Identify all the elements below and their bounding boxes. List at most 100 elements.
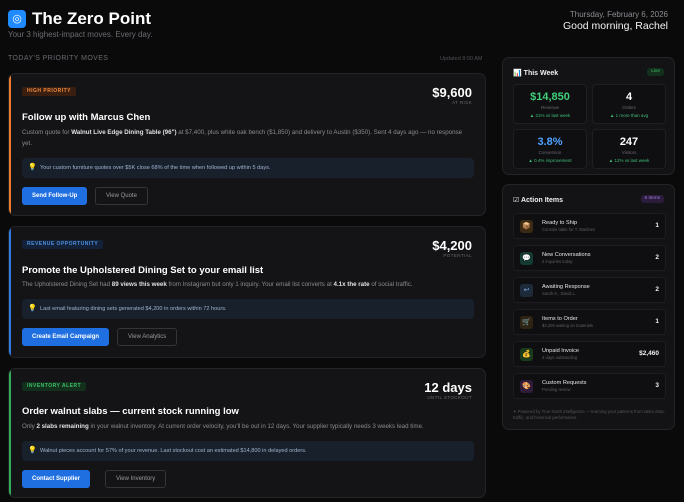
card-description: Only 2 slabs remaining in your walnut in… — [22, 423, 424, 430]
footnote: ✦ Powered by True North intelligence — l… — [513, 409, 665, 420]
card-description: The Upholstered Dining Set had 89 views … — [22, 281, 413, 288]
action-title: New Conversations — [542, 252, 591, 258]
card-description: Custom quote for Walnut Live Edge Dining… — [22, 129, 463, 147]
action-title: Ready to Ship — [542, 220, 578, 226]
palette-icon: 🎨 — [520, 380, 533, 393]
reply-icon: ↩ — [520, 284, 533, 297]
action-count: $2,460 — [639, 350, 659, 357]
page-header: ◎ The Zero Point Your 3 highest-impact m… — [8, 8, 676, 44]
insight-text: Last email featuring dining sets generat… — [40, 306, 227, 312]
this-week-panel: 📊 This Week Live $14,850 Revenue ▲ 21% v… — [502, 57, 675, 175]
action-item-items-to-order[interactable]: 🛒 Items to Order $3,200 waiting on mater… — [513, 309, 666, 335]
action-title: Unpaid Invoice — [542, 348, 580, 354]
stat-value: 4 — [625, 91, 633, 103]
action-count: 3 — [655, 382, 659, 389]
stat-label: Conversion — [538, 150, 562, 155]
card-title: Follow up with Marcus Chen — [22, 112, 151, 123]
action-subtitle: Sarah K., David L. — [542, 291, 576, 296]
stat-orders: 4 Orders ▲ 1 more than avg — [592, 84, 666, 124]
current-date: Thursday, February 6, 2026 — [569, 10, 668, 19]
stat-change: ▲ 0.4% improvement — [528, 158, 572, 163]
lightbulb-icon: 💡 — [28, 164, 37, 171]
card-metric: $9,600 AT RISK — [432, 85, 472, 106]
action-subtitle: 2 inquiries today — [542, 259, 573, 264]
send-follow-up-button[interactable]: Send Follow-Up — [22, 187, 88, 205]
action-subtitle: $3,200 waiting on materials — [542, 323, 593, 328]
action-title: Items to Order — [542, 316, 578, 322]
action-item-new-conversations[interactable]: 💬 New Conversations 2 inquiries today 2 — [513, 245, 666, 271]
card-accent — [9, 369, 11, 497]
priority-badge: HIGH PRIORITY — [22, 87, 77, 96]
app-title: The Zero Point — [32, 9, 151, 28]
action-item-ready-to-ship[interactable]: 📦 Ready to Ship Console table for T. Mar… — [513, 213, 666, 239]
panel-title: 📊 This Week — [513, 70, 559, 77]
checkbox-icon: ☑ — [513, 197, 521, 204]
panel-title: ☑ Action Items — [513, 197, 563, 204]
box-icon: 📦 — [520, 220, 533, 233]
insight-box: 💡 Walnut pieces account for 57% of your … — [22, 441, 474, 461]
view-inventory-button[interactable]: View Inventory — [105, 470, 167, 488]
view-quote-button[interactable]: View Quote — [95, 187, 148, 205]
contact-supplier-button[interactable]: Contact Supplier — [22, 470, 91, 488]
stat-label: Visitors — [621, 150, 637, 155]
target-logo-icon: ◎ — [8, 10, 26, 28]
metric-value: $9,600 — [432, 85, 472, 100]
money-icon: 💰 — [520, 348, 533, 361]
section-label: TODAY'S PRIORITY MOVES — [8, 55, 109, 62]
action-subtitle: 3 days outstanding — [542, 355, 578, 360]
stat-label: Revenue — [540, 105, 559, 110]
stat-change: ▲ 21% vs last week — [529, 113, 571, 118]
card-accent — [9, 227, 11, 357]
action-count: 2 — [655, 254, 659, 261]
action-subtitle: Console table for T. Martinez — [542, 227, 596, 232]
stat-change: ▲ 1 more than avg — [609, 113, 649, 118]
insight-text: Walnut pieces account for 57% of your re… — [40, 448, 307, 454]
create-email-campaign-button[interactable]: Create Email Campaign — [22, 328, 110, 346]
action-item-custom-requests[interactable]: 🎨 Custom Requests Pending review 3 — [513, 373, 666, 399]
priority-card-followup: HIGH PRIORITY $9,600 AT RISK Follow up w… — [8, 73, 486, 216]
metric-label: AT RISK — [452, 100, 472, 105]
action-item-awaiting-response[interactable]: ↩ Awaiting Response Sarah K., David L. 2 — [513, 277, 666, 303]
items-count-badge: 6 items — [640, 195, 664, 203]
action-title: Custom Requests — [542, 380, 587, 386]
app-subtitle: Your 3 highest-impact moves. Every day. — [8, 30, 153, 39]
insight-box: 💡 Last email featuring dining sets gener… — [22, 299, 474, 319]
stat-change: ▲ 12% vs last week — [608, 158, 650, 163]
priority-card-revenue: REVENUE OPPORTUNITY $4,200 POTENTIAL Pro… — [8, 226, 486, 358]
metric-label: UNTIL STOCKOUT — [427, 395, 472, 400]
action-subtitle: Pending review — [542, 387, 571, 392]
stat-value: $14,850 — [530, 91, 570, 103]
view-analytics-button[interactable]: View Analytics — [117, 328, 178, 346]
updated-time: Updated 8:00 AM — [440, 56, 483, 62]
inventory-badge: INVENTORY ALERT — [22, 382, 87, 391]
action-item-unpaid-invoice[interactable]: 💰 Unpaid Invoice 3 days outstanding $2,4… — [513, 341, 666, 367]
priority-card-inventory: INVENTORY ALERT 12 days UNTIL STOCKOUT O… — [8, 368, 486, 498]
insight-box: 💡 Your custom furniture quotes over $5K … — [22, 158, 474, 178]
lightbulb-icon: 💡 — [28, 447, 37, 454]
card-metric: 12 days UNTIL STOCKOUT — [424, 380, 472, 401]
stat-value: 3.8% — [537, 136, 563, 148]
action-items-panel: ☑ Action Items 6 items 📦 Ready to Ship C… — [502, 184, 675, 430]
greeting: Good morning, Rachel — [562, 20, 668, 32]
action-count: 1 — [655, 222, 659, 229]
cart-icon: 🛒 — [520, 316, 533, 329]
metric-value: $4,200 — [432, 238, 472, 253]
insight-text: Your custom furniture quotes over $5K cl… — [40, 165, 271, 171]
action-count: 1 — [655, 318, 659, 325]
action-count: 2 — [655, 286, 659, 293]
revenue-badge: REVENUE OPPORTUNITY — [22, 240, 104, 249]
card-metric: $4,200 POTENTIAL — [432, 238, 472, 259]
metric-label: POTENTIAL — [443, 253, 472, 258]
stat-revenue: $14,850 Revenue ▲ 21% vs last week — [513, 84, 587, 124]
action-title: Awaiting Response — [542, 284, 590, 290]
stat-conversion: 3.8% Conversion ▲ 0.4% improvement — [513, 129, 587, 169]
lightbulb-icon: 💡 — [28, 305, 37, 312]
stat-label: Orders — [622, 105, 636, 110]
card-title: Order walnut slabs — current stock runni… — [22, 406, 239, 417]
chart-icon: 📊 — [513, 70, 524, 77]
card-title: Promote the Upholstered Dining Set to yo… — [22, 265, 264, 276]
stat-visitors: 247 Visitors ▲ 12% vs last week — [592, 129, 666, 169]
live-badge: Live — [647, 68, 664, 76]
metric-value: 12 days — [424, 380, 472, 395]
stat-value: 247 — [619, 136, 639, 148]
